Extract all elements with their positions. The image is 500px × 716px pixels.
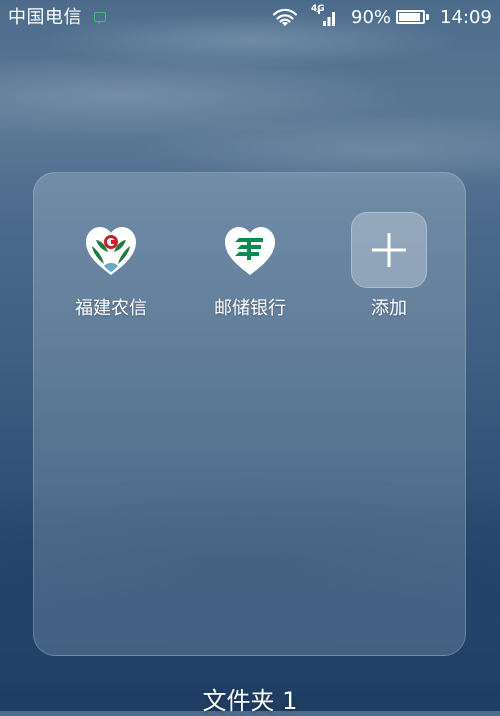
fujian-rural-credit-icon [86,227,136,275]
app-label: 添加 [371,298,407,319]
carrier-name: 中国电信 [8,7,82,28]
battery-level-fill [399,13,420,21]
plus-icon [372,233,406,267]
battery-tip [426,14,429,20]
app-label: 邮储银行 [214,298,286,319]
app-fujian-rural-credit[interactable]: 福建农信 [51,222,171,320]
status-bar: 中国电信 4G 90% 14:09 [0,0,500,38]
folder-name[interactable]: 文件夹 1 [0,686,500,716]
signal-icon [316,10,335,26]
battery-percentage: 90% [351,7,392,28]
clock: 14:09 [440,7,492,28]
message-icon [94,12,106,24]
app-label: 福建农信 [75,298,147,319]
battery-icon [396,10,425,24]
add-tile [351,212,427,288]
wifi-icon [272,8,298,26]
app-postal-savings-bank[interactable]: 邮储银行 [190,222,310,320]
postal-savings-bank-icon [225,227,275,275]
add-app-button[interactable]: 添加 [329,212,449,320]
